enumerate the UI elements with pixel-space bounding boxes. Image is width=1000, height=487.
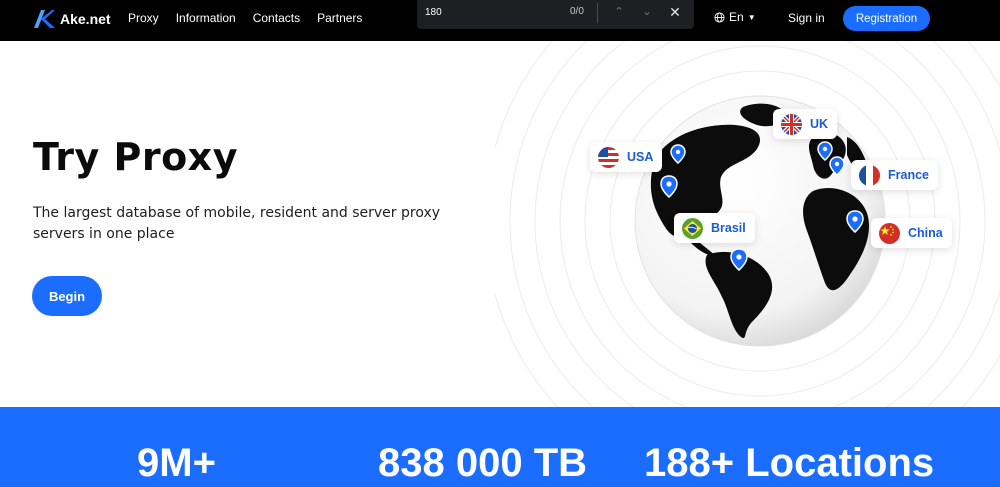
find-bar: 0/0 ⌃ ⌄ ✕ (417, 0, 694, 29)
logo-mark-icon (34, 10, 55, 28)
chevron-down-icon: ▼ (747, 12, 756, 22)
begin-button[interactable]: Begin (32, 276, 102, 316)
location-label-france: France (888, 168, 929, 182)
top-header: Ake.net Proxy Information Contacts Partn… (0, 0, 1000, 41)
globe-icon (714, 11, 725, 23)
us-flag-icon (598, 146, 619, 168)
location-label-brasil: Brasil (711, 221, 746, 235)
uk-flag-icon (781, 113, 802, 135)
location-tag-uk: UK (773, 109, 838, 139)
signin-link[interactable]: Sign in (788, 11, 825, 25)
logo[interactable]: Ake.net (33, 9, 111, 29)
nav-information[interactable]: Information (176, 11, 236, 25)
location-tag-usa: USA (590, 142, 663, 172)
location-label-uk: UK (810, 117, 829, 131)
registration-button[interactable]: Registration (843, 6, 930, 31)
language-selector[interactable]: En ▼ (714, 10, 756, 24)
nav-proxy[interactable]: Proxy (128, 11, 159, 25)
china-flag-icon (879, 222, 900, 244)
hero-subtitle: The largest database of mobile, resident… (33, 205, 441, 242)
find-previous-icon[interactable]: ⌃ (609, 3, 629, 21)
stat-locations: 188+ Locations (644, 441, 935, 485)
location-tag-china: China (871, 218, 952, 248)
stats-band: 9M+ 838 000 TB 188+ Locations (0, 407, 1000, 487)
language-label: En (729, 10, 744, 24)
nav-contacts[interactable]: Contacts (253, 11, 300, 25)
stat-proxies: 9M+ (137, 441, 216, 485)
stat-traffic: 838 000 TB (378, 441, 588, 485)
find-match-count: 0/0 (570, 6, 584, 17)
nav-partners[interactable]: Partners (317, 11, 362, 25)
logo-text: Ake.net (60, 11, 111, 27)
location-tag-brasil: Brasil (674, 213, 755, 243)
find-close-icon[interactable]: ✕ (665, 3, 685, 21)
france-flag-icon (859, 164, 880, 186)
find-divider (597, 3, 598, 23)
location-tag-france: France (851, 160, 938, 190)
find-input[interactable] (425, 3, 565, 21)
main-nav: Proxy Information Contacts Partners (128, 11, 379, 25)
find-next-icon[interactable]: ⌄ (637, 3, 657, 21)
location-label-china: China (908, 226, 943, 240)
location-label-usa: USA (627, 150, 654, 164)
brasil-flag-icon (682, 217, 703, 239)
hero-title: Try Proxy (33, 135, 238, 179)
